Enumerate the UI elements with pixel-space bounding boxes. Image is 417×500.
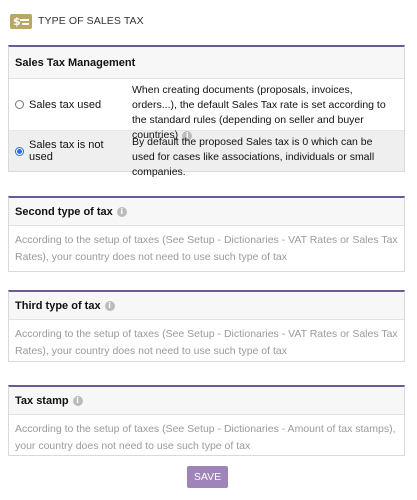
sales-tax-used-radio[interactable] bbox=[15, 100, 24, 109]
second-type-of-tax-card: Second type of tax i According to the se… bbox=[8, 196, 405, 272]
sales-tax-not-used-label[interactable]: Sales tax is not used bbox=[29, 139, 126, 163]
sales-tax-icon: $ bbox=[10, 13, 32, 29]
third-type-of-tax-text: According to the setup of taxes (See Set… bbox=[15, 328, 398, 357]
sales-tax-not-used-description: By default the proposed Sales tax is 0 w… bbox=[132, 136, 375, 178]
info-icon[interactable]: i bbox=[72, 396, 83, 406]
option-sales-tax-used[interactable]: Sales tax used When creating documents (… bbox=[9, 79, 404, 141]
info-icon[interactable]: i bbox=[116, 207, 127, 217]
save-button[interactable]: SAVE bbox=[187, 466, 228, 488]
third-type-of-tax-title: Third type of tax i bbox=[9, 292, 404, 320]
second-type-of-tax-text: According to the setup of taxes (See Set… bbox=[15, 234, 398, 263]
sales-tax-management-card: Sales Tax Management Sales tax used When… bbox=[8, 45, 405, 178]
sales-tax-not-used-label-wrap[interactable]: Sales tax is not used bbox=[9, 131, 126, 171]
tax-stamp-text: According to the setup of taxes (See Set… bbox=[15, 423, 396, 452]
sales-tax-management-title: Sales Tax Management bbox=[15, 57, 136, 69]
sales-tax-used-label[interactable]: Sales tax used bbox=[29, 99, 101, 111]
info-icon[interactable]: i bbox=[104, 301, 115, 311]
sales-tax-used-description: When creating documents (proposals, invo… bbox=[126, 79, 404, 141]
tax-stamp-title: Tax stamp i bbox=[9, 387, 404, 415]
tax-stamp-card: Tax stamp i According to the setup of ta… bbox=[8, 385, 405, 456]
sales-tax-used-label-wrap[interactable]: Sales tax used bbox=[9, 79, 126, 130]
third-type-of-tax-title-text: Third type of tax bbox=[15, 300, 101, 312]
page-header: $ TYPE OF SALES TAX bbox=[10, 12, 144, 30]
tax-stamp-title-text: Tax stamp bbox=[15, 395, 69, 407]
third-type-of-tax-card: Third type of tax i According to the set… bbox=[8, 290, 405, 362]
second-type-of-tax-title: Second type of tax i bbox=[9, 198, 404, 226]
sales-tax-not-used-radio[interactable] bbox=[15, 146, 24, 156]
page-title: TYPE OF SALES TAX bbox=[38, 15, 144, 27]
second-type-of-tax-title-text: Second type of tax bbox=[15, 206, 113, 218]
option-sales-tax-not-used[interactable]: Sales tax is not used By default the pro… bbox=[9, 131, 404, 178]
